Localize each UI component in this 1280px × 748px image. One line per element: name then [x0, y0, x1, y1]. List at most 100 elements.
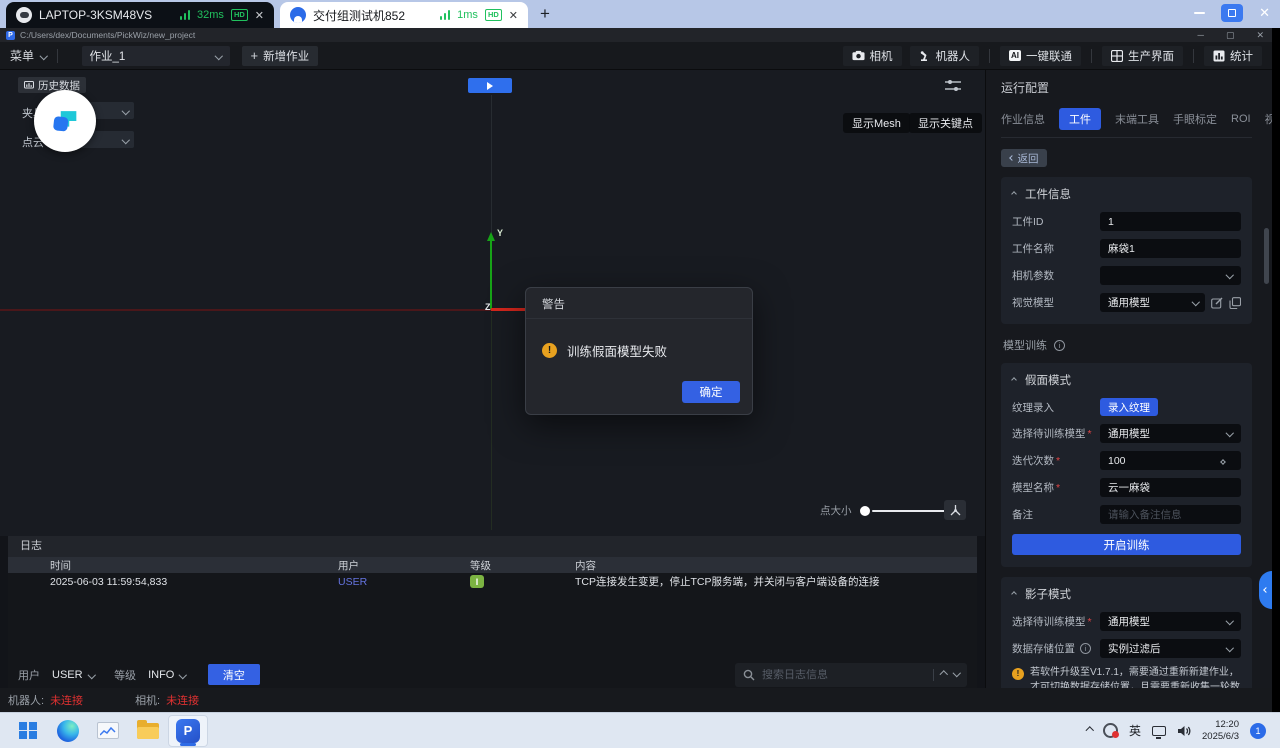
clear-log-button[interactable]: 清空 [208, 664, 260, 685]
tab-workpiece[interactable]: 工件 [1059, 108, 1101, 130]
log-level-filter-select[interactable]: INFO [144, 667, 190, 683]
log-search-input[interactable] [762, 669, 926, 681]
workpiece-id-field[interactable] [1100, 212, 1241, 231]
model-name-field[interactable] [1100, 478, 1241, 497]
train-model-label: 选择待训练模型* [1012, 426, 1100, 441]
taskbar-explorer-button[interactable] [128, 715, 168, 747]
record-texture-button[interactable]: 录入纹理 [1100, 398, 1158, 416]
note-field[interactable] [1100, 505, 1241, 524]
new-job-button[interactable]: + 新增作业 [242, 46, 319, 66]
start-button[interactable] [8, 715, 48, 747]
stats-button[interactable]: 统计 [1204, 46, 1262, 66]
display-tray-icon[interactable] [1152, 726, 1166, 736]
warning-dialog: 警告 ! 训练假面模型失败 确定 [525, 287, 753, 415]
play-button[interactable] [468, 78, 512, 93]
one-key-link-button[interactable]: AI 一键联通 [1000, 46, 1081, 66]
job-select-value: 作业_1 [90, 48, 126, 64]
train-model-select[interactable]: 通用模型 [1100, 424, 1241, 443]
tab-vision-params[interactable]: 视觉参数 [1265, 111, 1272, 127]
z-axis-label: Z [485, 302, 491, 312]
section-header[interactable]: 影子模式 [1012, 586, 1241, 602]
todesk-tray-icon[interactable] [1103, 723, 1118, 738]
app-close-icon[interactable]: ✕ [1256, 30, 1264, 41]
remote-tab-2-active[interactable]: 交付组测试机852 1ms HD ✕ [280, 2, 528, 28]
taskbar-monitor-app-button[interactable] [88, 715, 128, 747]
dialog-message: 训练假面模型失败 [567, 341, 667, 360]
log-controls: 用户 USER 等级 INFO 清空 [8, 661, 977, 688]
note-input[interactable] [1108, 509, 1233, 521]
latency-value: 1ms [457, 9, 478, 21]
tray-expand-icon[interactable] [1087, 728, 1093, 734]
workpiece-name-field[interactable] [1100, 239, 1241, 258]
start-training-button[interactable]: 开启训练 [1012, 534, 1241, 555]
camera-button[interactable]: 相机 [843, 46, 902, 66]
data-storage-select[interactable]: 实例过滤后 [1100, 639, 1241, 658]
info-icon[interactable]: i [1080, 643, 1091, 654]
todesk-side-panel-toggle[interactable] [1259, 571, 1272, 609]
remote-tab-1[interactable]: LAPTOP-3KSM48VS 32ms HD ✕ [6, 2, 274, 28]
collapse-icon [1011, 591, 1017, 597]
taskbar-clock[interactable]: 12:20 2025/6/3 [1202, 719, 1239, 743]
required-icon: * [1088, 616, 1092, 628]
ime-indicator[interactable]: 英 [1129, 722, 1141, 739]
log-user-filter-select[interactable]: USER [48, 667, 98, 683]
history-data-button[interactable]: 历史数据 [18, 77, 86, 93]
point-size-knob[interactable] [860, 506, 870, 516]
info-icon[interactable]: i [1054, 340, 1065, 351]
show-mesh-button[interactable]: 显示Mesh [843, 113, 910, 133]
workpiece-id-input[interactable] [1108, 216, 1233, 228]
remote-tab-title: 交付组测试机852 [313, 7, 433, 24]
job-select[interactable]: 作业_1 [82, 46, 230, 66]
edit-model-button[interactable] [1211, 297, 1223, 309]
taskbar-pickwiz-button[interactable]: P [168, 715, 208, 747]
todesk-floating-ball[interactable] [34, 90, 96, 152]
scrollbar-thumb[interactable] [1264, 228, 1269, 284]
log-search-box[interactable] [735, 663, 967, 687]
display-filter-icon[interactable] [944, 79, 962, 93]
new-tab-icon[interactable]: + [540, 4, 550, 24]
close-icon[interactable]: ✕ [1259, 5, 1270, 21]
play-icon [487, 82, 493, 90]
back-button[interactable]: 返回 [1001, 149, 1047, 167]
back-label: 返回 [1018, 151, 1039, 166]
dialog-ok-button[interactable]: 确定 [682, 381, 740, 403]
tab-end-tool[interactable]: 末端工具 [1115, 111, 1159, 127]
minimize-icon[interactable] [1194, 12, 1205, 14]
copy-model-button[interactable] [1229, 297, 1241, 309]
history-data-icon [24, 81, 34, 90]
close-tab-icon[interactable]: ✕ [509, 9, 518, 22]
app-maximize-icon[interactable]: ▢ [1226, 30, 1235, 41]
tab-roi[interactable]: ROI [1231, 113, 1251, 125]
screen: LAPTOP-3KSM48VS 32ms HD ✕ 交付组测试机852 1ms … [0, 0, 1280, 748]
section-header[interactable]: 假面模式 [1012, 372, 1241, 388]
maximize-icon[interactable] [1221, 4, 1243, 22]
log-row[interactable]: 2025-06-03 11:59:54,833 USER I TCP连接发生变更… [8, 573, 977, 590]
close-tab-icon[interactable]: ✕ [255, 9, 264, 22]
reset-view-button[interactable] [944, 500, 966, 520]
3d-viewport[interactable]: 历史数据 夹具 点云 显示Mesh 显示关键点 Y Z [0, 70, 985, 536]
shadow-train-model-select[interactable]: 通用模型 [1100, 612, 1241, 631]
camera-params-select[interactable] [1100, 266, 1241, 285]
section-title: 工件信息 [1025, 186, 1071, 202]
chevron-down-icon [1225, 271, 1233, 279]
robot-button[interactable]: 机器人 [910, 46, 980, 66]
x-axis-line-dark [0, 309, 491, 311]
volume-icon[interactable] [1177, 725, 1191, 737]
y-axis-line [490, 240, 492, 310]
menu-button[interactable]: 菜单 [10, 47, 34, 64]
production-view-button[interactable]: 生产界面 [1102, 46, 1183, 66]
vision-model-select[interactable]: 通用模型 [1100, 293, 1205, 312]
notification-badge[interactable]: 1 [1250, 723, 1266, 739]
section-header[interactable]: 工件信息 [1012, 186, 1241, 202]
app-minimize-icon[interactable]: ─ [1198, 30, 1204, 40]
show-keypoints-button[interactable]: 显示关键点 [909, 113, 982, 133]
workpiece-name-input[interactable] [1108, 243, 1233, 255]
model-name-input[interactable] [1108, 482, 1233, 494]
search-prev-icon[interactable] [940, 671, 948, 679]
spin-down-icon[interactable] [1220, 459, 1226, 465]
taskbar-edge-button[interactable] [48, 715, 88, 747]
iterations-stepper[interactable]: 100 [1100, 451, 1241, 470]
tab-hand-eye-calib[interactable]: 手眼标定 [1173, 111, 1217, 127]
tab-job-info[interactable]: 作业信息 [1001, 111, 1045, 127]
search-next-icon[interactable] [952, 669, 960, 677]
